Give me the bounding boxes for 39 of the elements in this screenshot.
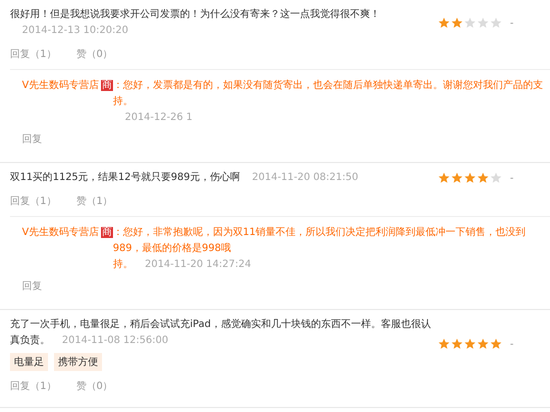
filled-star-icon [464,172,476,184]
like-link[interactable]: 赞（0） [76,379,113,393]
score-text: - [510,18,515,28]
filled-star-icon [438,172,450,184]
review-text: 很好用！但是我想说我要求开公司发票的！为什么没有寄来？这一点我觉得很不爽！ 2014-12-13 10:20:20 [10,8,381,38]
like-link[interactable]: 赞（1） [76,194,113,208]
filled-star-icon [438,17,450,29]
reply-link[interactable]: 回复 [22,279,42,293]
score-text: - [510,338,515,350]
filled-star-icon [451,172,463,184]
reply-link[interactable]: 回复（1） [10,47,56,61]
seller-reply-time: 2014-11-20 14:27:24 [144,258,252,272]
review-tag: 携带方便 [54,353,102,371]
filled-star-icon [464,338,476,350]
filled-star-icon [477,172,489,184]
seller-reply-text: 持。 [112,258,133,272]
reply-link[interactable]: 回复（1） [10,379,56,393]
score-text: - [510,172,515,184]
shop-name: V先生数码专营店 [22,80,99,91]
like-link[interactable]: 赞（0） [76,47,113,61]
seller-reply-time: 2014-12-26 1 [124,111,192,125]
seller-reply-text: ：您好，发票都是有的，如果没有随货寄出，也会在随后单独快递单寄出。谢谢您对我们产品的支持。 [112,78,544,109]
filled-star-icon [451,338,463,350]
review-text: 充了一次手机，电量很足，稍后会试试充iPad，感觉确实和几十块钱的东西不一样。客服也很认真负责。 2014-11-08 12:56:00 [10,318,432,348]
review-time: 2014-11-08 12:56:00 [62,335,168,346]
shop-name: V先生数码专营店 [22,227,99,238]
filled-star-icon [438,338,450,350]
review-time: 2014-12-13 10:20:20 [22,25,128,36]
seller-reply-text: ：您好，非常抱歉呢，因为双11销量不佳，所以我们决定把利润降到最低冲一下销售，也没到989，最低的价格是998哦 [112,226,527,256]
review-time: 2014-11-20 08:21:50 [252,172,358,183]
seller-badge: 商 [100,227,113,238]
filled-star-icon [490,338,502,350]
reply-link[interactable]: 回复（1） [10,194,56,208]
filled-star-icon [451,17,463,29]
filled-star-icon [477,338,489,350]
review-text: 双11买的1125元，结果12号就只要989元，伤心啊 2014-11-20 08:21:50 [10,170,360,185]
reply-link[interactable]: 回复 [22,132,42,146]
seller-badge: 商 [100,80,113,91]
review-tag: 电量足 [10,353,48,371]
